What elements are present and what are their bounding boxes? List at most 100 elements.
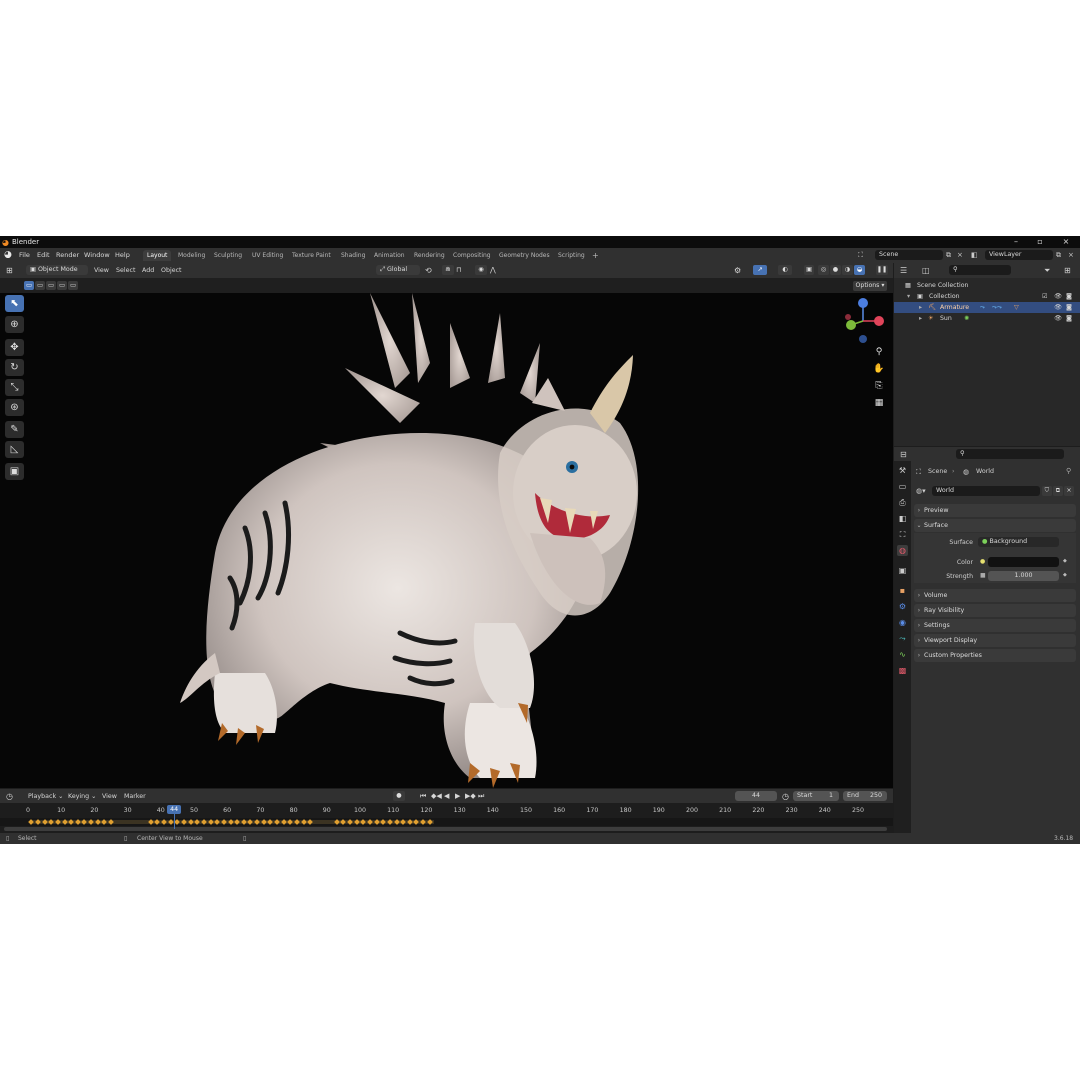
scene-field[interactable]: Scene xyxy=(875,250,943,260)
shading-rendered-icon[interactable]: ◒ xyxy=(854,265,865,275)
panel-viewport-display[interactable]: › Viewport Display xyxy=(914,634,1076,647)
pan-hand-icon[interactable]: ✋ xyxy=(872,362,886,376)
snap-toggle-icon[interactable]: ⋒ xyxy=(442,265,454,275)
panel-surface[interactable]: ⌄ Surface xyxy=(914,519,1076,532)
playhead-frame-label[interactable]: 44 xyxy=(167,805,182,814)
select-mode-new-icon[interactable]: ▭ xyxy=(24,281,34,290)
menu-keying[interactable]: Keying ⌄ xyxy=(68,793,96,800)
menu-window[interactable]: Window xyxy=(84,251,110,259)
delete-scene-icon[interactable]: × xyxy=(957,251,963,259)
annotate-tool-icon[interactable]: ✎ xyxy=(5,421,24,438)
menu-select[interactable]: Select xyxy=(116,267,135,274)
world-name-field[interactable]: World xyxy=(932,486,1040,496)
panel-settings[interactable]: › Settings xyxy=(914,619,1076,632)
constraints-tab-icon[interactable]: ∿ xyxy=(897,649,908,660)
menu-timeline-view[interactable]: View xyxy=(102,793,117,800)
outliner-search-input[interactable]: ⚲ xyxy=(949,265,1011,275)
tab-rendering[interactable]: Rendering xyxy=(410,250,449,261)
shading-material-icon[interactable]: ◑ xyxy=(842,265,853,275)
unlink-world-icon[interactable]: × xyxy=(1064,486,1074,496)
zoom-icon[interactable]: ⚲ xyxy=(872,345,886,359)
end-frame-field[interactable]: End 250 xyxy=(843,791,887,801)
blender-menu-icon[interactable]: ◕ xyxy=(4,250,12,260)
properties-search-input[interactable]: ⚲ xyxy=(956,449,1064,459)
shading-wireframe-icon[interactable]: ◎ xyxy=(818,265,829,275)
cursor-tool-icon[interactable]: ⊕ xyxy=(5,316,24,333)
modifier-tab-icon[interactable]: ⚙ xyxy=(897,601,908,612)
viewlayer-icon[interactable]: ◧ xyxy=(971,251,978,259)
add-cube-tool-icon[interactable]: ▣ xyxy=(5,463,24,480)
viewlayer-field[interactable]: ViewLayer xyxy=(985,250,1053,260)
armature-visibility-icon[interactable]: 👁 xyxy=(1054,302,1062,313)
pause-render-icon[interactable]: ❚❚ xyxy=(876,265,888,275)
tab-shading[interactable]: Shading xyxy=(337,250,369,261)
delete-viewlayer-icon[interactable]: × xyxy=(1068,251,1074,259)
minimize-icon[interactable]: – xyxy=(1006,237,1026,246)
menu-edit[interactable]: Edit xyxy=(37,251,50,259)
3d-viewport[interactable]: ⬉ ⊕ ✥ ↻ ⤡ ⊛ ✎ ◺ ▣ ⚲ ✋ ⎘ ▦ xyxy=(0,293,893,788)
jump-start-icon[interactable]: ⏮ xyxy=(420,792,426,801)
y-axis-icon[interactable] xyxy=(846,320,856,330)
prev-keyframe-icon[interactable]: ◆◀ xyxy=(431,792,442,800)
panel-volume[interactable]: › Volume xyxy=(914,589,1076,602)
tab-layout[interactable]: Layout xyxy=(143,250,172,261)
menu-playback[interactable]: Playback ⌄ xyxy=(28,793,63,800)
auto-keying-icon[interactable]: ● xyxy=(393,791,405,801)
tab-geometry-nodes[interactable]: Geometry Nodes xyxy=(495,250,554,261)
timeline-editor-icon[interactable]: ◷ xyxy=(6,792,13,801)
expand-armature-icon[interactable]: ▸ xyxy=(919,302,922,313)
collection-checkbox-icon[interactable]: ☑ xyxy=(1042,291,1048,302)
select-mode-intersect-icon[interactable]: ▭ xyxy=(68,281,78,290)
x-axis-icon[interactable] xyxy=(874,316,884,326)
preview-range-icon[interactable]: ◷ xyxy=(782,792,789,801)
mode-dropdown[interactable]: ▣ Object Mode xyxy=(26,265,88,275)
breadcrumb-world[interactable]: World xyxy=(976,468,994,475)
pin-icon[interactable]: ⚲ xyxy=(1066,467,1071,475)
duplicate-scene-icon[interactable]: ⧉ xyxy=(946,251,951,260)
overlay-toggle-icon[interactable]: ◐ xyxy=(778,265,792,275)
editor-type-icon[interactable]: ⊞ xyxy=(6,266,13,275)
outliner-scene-collection[interactable]: ▦ Scene Collection xyxy=(894,280,1080,291)
jump-end-icon[interactable]: ⏭ xyxy=(478,792,484,801)
navigation-gizmo[interactable] xyxy=(842,295,886,345)
color-keyframe-icon[interactable]: ◆ xyxy=(1063,558,1067,564)
menu-object[interactable]: Object xyxy=(161,267,182,274)
timeline-scrollbar[interactable] xyxy=(4,827,887,831)
tab-modeling[interactable]: Modeling xyxy=(174,250,209,261)
scene-icon[interactable]: ⛶ xyxy=(858,251,863,260)
world-data-icon[interactable]: ◍▾ xyxy=(916,487,926,495)
rotate-tool-icon[interactable]: ↻ xyxy=(5,359,24,376)
outliner-item-armature[interactable]: ▸ ⛏ Armature ⤳ ⤳⤳ ▽ 👁 ◙ xyxy=(894,302,1080,313)
tab-sculpting[interactable]: Sculpting xyxy=(210,250,246,261)
options-dropdown[interactable]: Options ▾ xyxy=(853,281,887,291)
neg-z-axis-icon[interactable] xyxy=(859,335,867,343)
snap-target-icon[interactable]: ⊓ xyxy=(456,266,461,274)
fake-user-icon[interactable]: ⛉ xyxy=(1042,486,1052,496)
color-swatch[interactable] xyxy=(988,557,1059,567)
output-tab-icon[interactable]: ⎙ xyxy=(897,497,908,508)
new-world-icon[interactable]: ⧉ xyxy=(1053,486,1063,496)
collection-tab-icon[interactable]: ▣ xyxy=(897,565,908,576)
proportional-edit-icon[interactable]: ◉ xyxy=(475,265,487,275)
sun-render-icon[interactable]: ◙ xyxy=(1066,313,1072,324)
armature-render-icon[interactable]: ◙ xyxy=(1066,302,1072,313)
breadcrumb-scene[interactable]: Scene xyxy=(928,468,947,475)
tab-scripting[interactable]: Scripting xyxy=(554,250,589,261)
view-layer-tab-icon[interactable]: ◧ xyxy=(897,513,908,524)
start-frame-field[interactable]: Start 1 xyxy=(793,791,839,801)
add-workspace-button[interactable]: + xyxy=(588,250,603,261)
collection-render-icon[interactable]: ◙ xyxy=(1066,291,1072,302)
select-mode-subtract-icon[interactable]: ▭ xyxy=(46,281,56,290)
pivot-icon[interactable]: ⟲ xyxy=(425,266,432,275)
next-keyframe-icon[interactable]: ▶◆ xyxy=(465,792,476,800)
menu-marker[interactable]: Marker xyxy=(124,793,146,800)
falloff-icon[interactable]: ⋀ xyxy=(490,266,496,274)
scene-tab-icon[interactable]: ⛶ xyxy=(897,529,908,540)
panel-custom-properties[interactable]: › Custom Properties xyxy=(914,649,1076,662)
measure-tool-icon[interactable]: ◺ xyxy=(5,441,24,458)
object-tab-icon[interactable]: ▪ xyxy=(897,585,908,596)
camera-view-icon[interactable]: ⎘ xyxy=(872,379,886,393)
visibility-icon[interactable]: ⚙ xyxy=(734,266,741,275)
move-tool-icon[interactable]: ✥ xyxy=(5,339,24,356)
scale-tool-icon[interactable]: ⤡ xyxy=(5,379,24,396)
